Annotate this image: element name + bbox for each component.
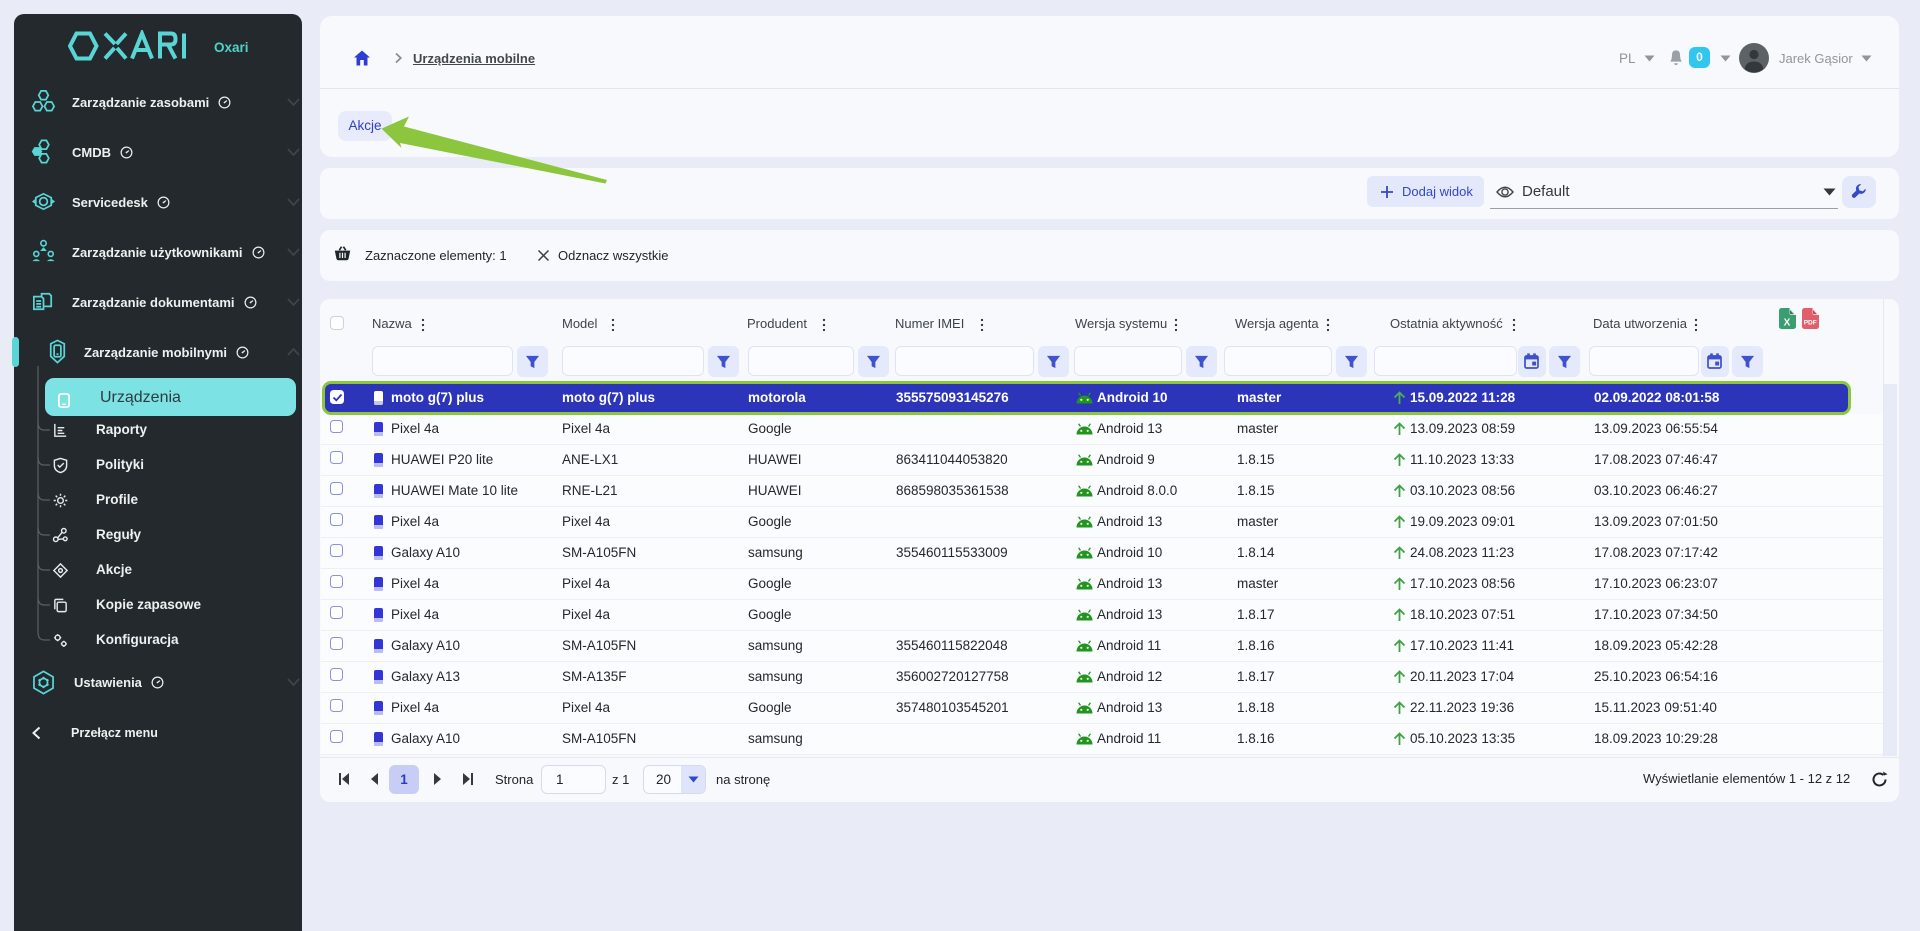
svg-text:PDF: PDF — [1804, 320, 1817, 327]
svg-text:X: X — [1784, 318, 1791, 329]
